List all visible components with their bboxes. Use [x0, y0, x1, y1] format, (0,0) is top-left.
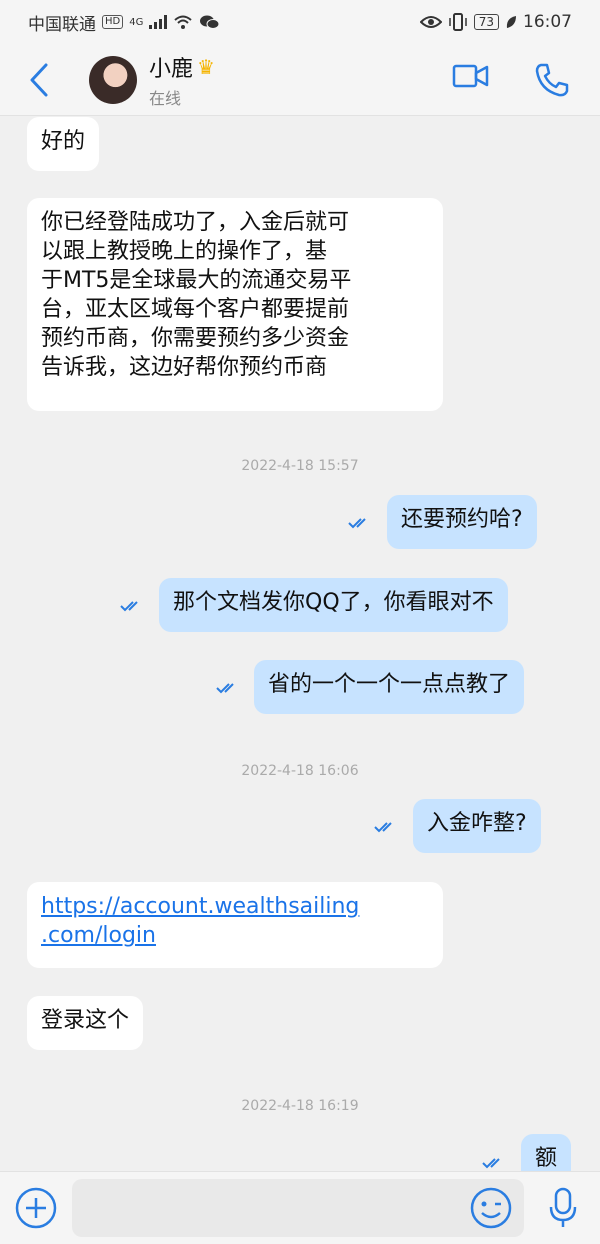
read-receipt-icon [348, 518, 366, 529]
status-bar: 中国联通 HD 4G 73 16:07 [0, 0, 600, 44]
message-outgoing[interactable]: 还要预约哈? [387, 495, 537, 549]
message-text: 额 [535, 1146, 558, 1171]
read-receipt-icon [482, 1158, 500, 1169]
message-text: 好的 [41, 129, 86, 154]
eye-icon [419, 16, 442, 28]
contact-name: 小鹿 [149, 56, 194, 82]
message-line: 于MT5是全球最大的流通交易平 [41, 268, 352, 293]
timestamp: 2022-4-18 15:57 [241, 458, 359, 474]
contact-status: 在线 [149, 88, 182, 108]
hd-icon: HD [102, 15, 124, 29]
link-line: .com/login [41, 923, 156, 948]
back-arrow-icon [30, 63, 48, 96]
read-receipt-icon [374, 822, 392, 833]
contact-info[interactable]: 小鹿 ♛ 在线 [149, 51, 215, 109]
message-outgoing[interactable]: 额 [521, 1134, 572, 1171]
message-text: 登录这个 [41, 1008, 130, 1033]
message-outgoing[interactable]: 那个文档发你QQ了，你看眼对不 [159, 578, 508, 632]
message-line: 台，亚太区域每个客户都要提前 [41, 297, 350, 322]
message-list[interactable]: 好的 你已经登陆成功了，入金后就可 以跟上教授晚上的操作了，基 于MT5是全球最… [0, 117, 600, 1171]
back-button[interactable] [28, 61, 56, 99]
link-line: https://account.wealthsailing [41, 894, 360, 919]
carrier-label: 中国联通 [28, 14, 96, 35]
read-receipt-icon [120, 601, 138, 612]
input-bar [0, 1171, 600, 1244]
leaf-icon [506, 16, 516, 28]
signal-icon [149, 15, 168, 29]
message-outgoing[interactable]: 入金咋整? [413, 799, 541, 853]
message-text: 还要预约哈? [401, 507, 523, 532]
message-line: 以跟上教授晚上的操作了，基 [41, 239, 328, 264]
emoji-icon[interactable] [469, 1186, 513, 1230]
message-text: 省的一个一个一点点教了 [268, 672, 511, 697]
phone-icon[interactable] [534, 62, 570, 98]
avatar[interactable] [89, 55, 137, 104]
message-line: 告诉我，这边好帮你预约币商 [41, 355, 328, 380]
message-incoming[interactable]: https://account.wealthsailing .com/login [27, 882, 443, 968]
video-call-icon[interactable] [452, 62, 490, 90]
message-outgoing[interactable]: 省的一个一个一点点教了 [254, 660, 525, 714]
timestamp: 2022-4-18 16:19 [241, 1098, 359, 1114]
message-input[interactable] [72, 1179, 524, 1237]
plus-icon[interactable] [14, 1186, 58, 1230]
read-receipt-icon [216, 683, 234, 694]
wechat-icon [200, 15, 220, 29]
message-line: 你已经登陆成功了，入金后就可 [41, 210, 350, 235]
login-link[interactable]: https://account.wealthsailing .com/login [41, 892, 429, 950]
clock: 16:07 [523, 12, 572, 32]
message-text: 那个文档发你QQ了，你看眼对不 [173, 590, 494, 615]
message-incoming[interactable]: 好的 [27, 117, 100, 171]
timestamp: 2022-4-18 16:06 [241, 763, 359, 779]
message-text: 入金咋整? [427, 811, 527, 836]
microphone-icon[interactable] [548, 1186, 578, 1230]
message-incoming[interactable]: 登录这个 [27, 996, 144, 1050]
chat-header: 小鹿 ♛ 在线 [0, 44, 600, 116]
message-line: 预约币商，你需要预约多少资金 [41, 326, 350, 351]
message-incoming[interactable]: 你已经登陆成功了，入金后就可 以跟上教授晚上的操作了，基 于MT5是全球最大的流… [27, 198, 443, 411]
network-label: 4G [129, 16, 144, 28]
battery-level: 73 [473, 14, 499, 30]
wifi-icon [174, 15, 193, 29]
crown-icon: ♛ [197, 54, 215, 79]
vibrate-icon [448, 13, 467, 31]
